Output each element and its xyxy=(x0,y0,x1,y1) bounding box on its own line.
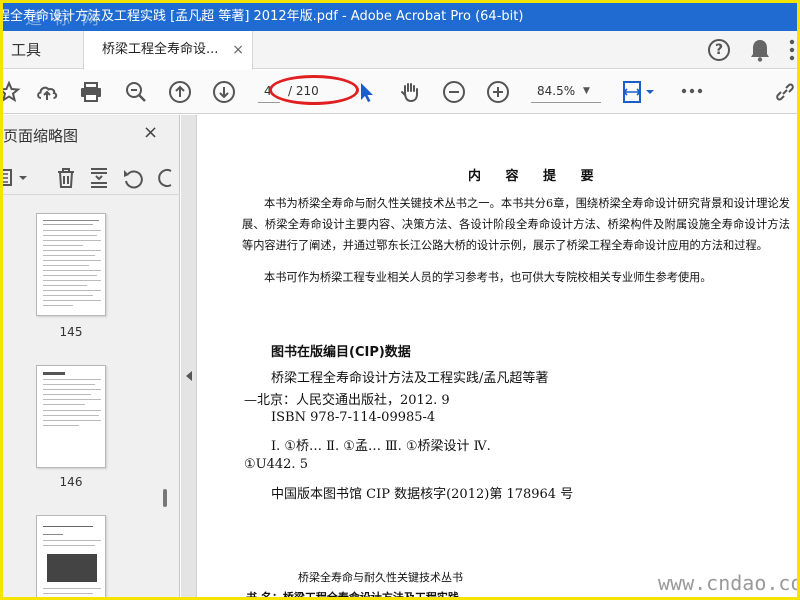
intro-paragraph-1: 本书为桥梁全寿命与耐久性关键技术丛书之一。本书共分6章，围绕桥梁全寿命设计研究背… xyxy=(242,197,790,252)
tab-tools[interactable]: 工具 xyxy=(11,31,41,69)
cip-line-5: ①U442. 5 xyxy=(244,457,308,472)
book-name-line: 书 名：桥梁工程全寿命设计方法及工程实践 xyxy=(246,591,459,600)
intro-paragraph-2: 本书可作为桥梁工程专业相关人员的学习参考书，也可供大专院校相关专业师生参考使用。 xyxy=(264,271,712,284)
chevron-down-icon: ▼ xyxy=(583,86,590,96)
tab-document-label: 桥梁工程全寿命设... xyxy=(102,42,219,57)
annotation-highlight-ellipse xyxy=(269,75,359,105)
app-window: 程全寿命设计方法及工程实践 [孟凡超 等著] 2012年版.pdf - Adob… xyxy=(0,0,800,600)
cip-line-4: Ⅰ. ①桥… Ⅱ. ①孟… Ⅲ. ①桥梁设计 Ⅳ. xyxy=(271,439,491,454)
star-icon[interactable] xyxy=(0,80,21,104)
thumbnail-label-145: 145 xyxy=(59,325,83,339)
zoom-out-icon[interactable] xyxy=(442,80,466,104)
cip-line-1: 桥梁工程全寿命设计方法及工程实践/孟凡超等著 xyxy=(271,371,549,386)
previous-page-icon[interactable] xyxy=(168,80,192,104)
zoom-in-icon[interactable] xyxy=(486,80,510,104)
help-icon[interactable]: ? xyxy=(708,39,730,61)
intro-heading: 内 容 提 要 xyxy=(468,169,604,184)
link-icon[interactable] xyxy=(773,80,797,104)
next-page-icon[interactable] xyxy=(212,80,236,104)
more-horizontal-icon[interactable] xyxy=(681,88,703,94)
fit-page-icon[interactable] xyxy=(621,80,657,104)
trash-icon[interactable] xyxy=(55,167,77,189)
close-panel-icon[interactable]: × xyxy=(143,122,158,143)
watermark-bottom: www.cndao.com xyxy=(658,571,800,595)
more-vertical-icon[interactable] xyxy=(789,39,795,61)
cip-line-6: 中国版本图书馆 CIP 数据核字(2012)第 178964 号 xyxy=(271,487,574,502)
print-icon[interactable] xyxy=(79,80,103,104)
page-thumbnail-145[interactable] xyxy=(36,213,106,316)
panel-collapse-strip[interactable] xyxy=(181,115,197,597)
document-page: 内 容 提 要 本书为桥梁全寿命与耐久性关键技术丛书之一。本书共分6章，围绕桥梁… xyxy=(198,115,797,600)
thumbnail-label-146: 146 xyxy=(59,475,83,489)
cip-line-3: ISBN 978-7-114-09985-4 xyxy=(271,410,436,425)
tab-bar: 工具 桥梁工程全寿命设... × xyxy=(3,31,797,70)
watermark-top: 道 标 网 xyxy=(25,9,102,29)
series-title: 桥梁全寿命与耐久性关键技术丛书 xyxy=(298,571,463,584)
title-bar: 程全寿命设计方法及工程实践 [孟凡超 等著] 2012年版.pdf - Adob… xyxy=(3,3,797,31)
panel-scrollbar-thumb[interactable] xyxy=(163,489,167,507)
collapse-panel-icon[interactable] xyxy=(186,371,192,381)
page-thumbnail-146[interactable] xyxy=(36,365,106,468)
close-tab-icon[interactable]: × xyxy=(232,31,244,69)
zoom-search-icon[interactable] xyxy=(124,80,148,104)
extract-pages-icon[interactable] xyxy=(88,167,110,189)
zoom-level-select[interactable]: 84.5% ▼ xyxy=(531,80,601,103)
page-thumbnails-panel: 页面缩略图 × 145 146 xyxy=(3,115,180,597)
cip-heading: 图书在版编目(CIP)数据 xyxy=(271,345,411,360)
page-input-underline xyxy=(258,102,280,103)
rotate-left-icon[interactable] xyxy=(122,167,144,189)
tab-document[interactable]: 桥梁工程全寿命设... × xyxy=(83,31,253,70)
bell-icon[interactable] xyxy=(749,38,771,62)
zoom-underline xyxy=(531,102,601,103)
thumbnail-options-icon[interactable] xyxy=(0,167,31,189)
cip-line-2: —北京：人民交通出版社，2012. 9 xyxy=(244,393,450,408)
panel-toolbar xyxy=(3,159,180,195)
page-thumbnail-147[interactable] xyxy=(36,515,106,597)
rotate-right-icon[interactable] xyxy=(155,167,177,189)
zoom-level-value: 84.5% xyxy=(537,84,576,98)
main-toolbar: 4 / 210 84.5% ▼ xyxy=(0,70,797,114)
upload-cloud-icon[interactable] xyxy=(35,80,59,104)
panel-title: 页面缩略图 xyxy=(3,127,79,145)
hand-tool-icon[interactable] xyxy=(398,80,422,104)
